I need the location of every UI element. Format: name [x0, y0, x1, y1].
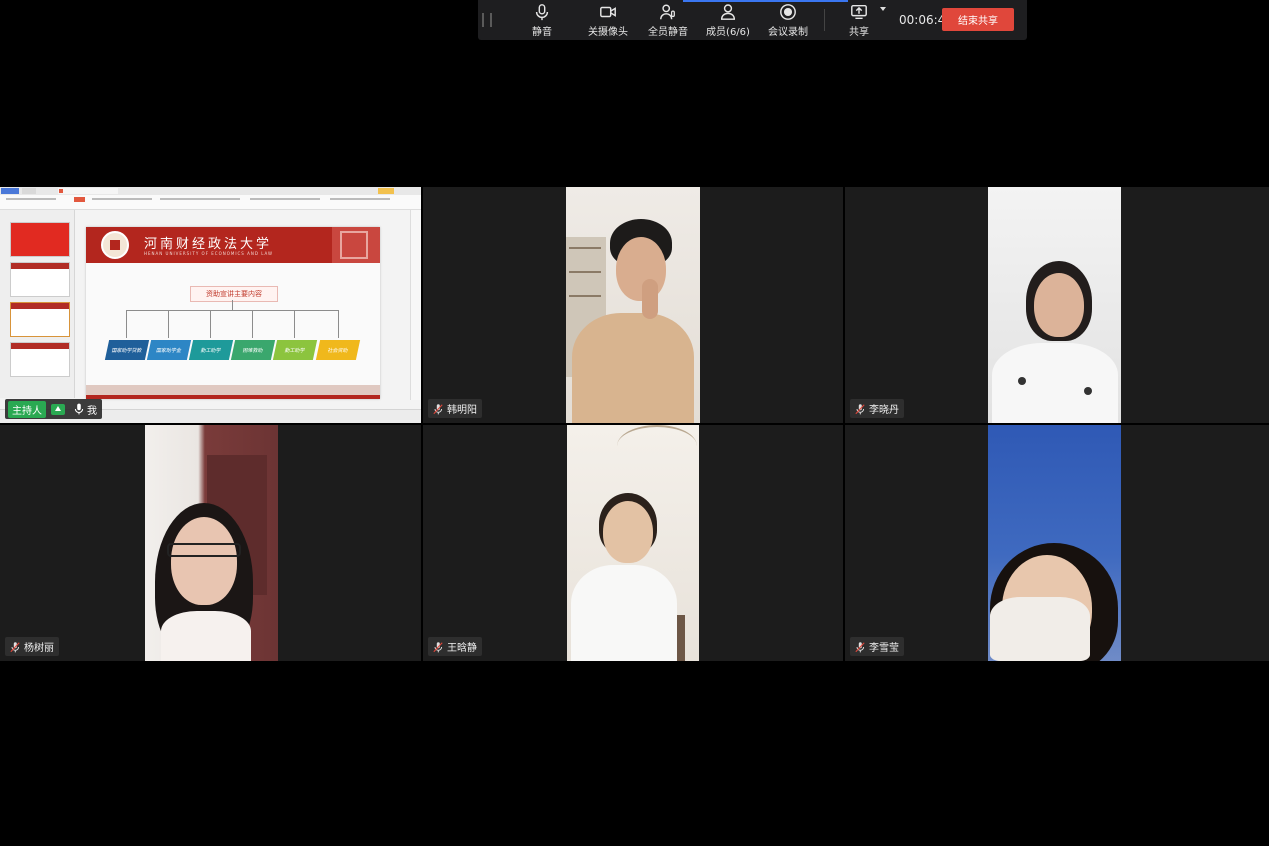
microphone-muted-icon	[855, 641, 865, 652]
participant-name: 杨树丽	[24, 643, 54, 654]
members-label: 成员(6/6)	[706, 26, 750, 38]
participant-tile[interactable]: 韩明阳	[423, 187, 843, 423]
slide-heading: 资助宣讲主要内容	[190, 286, 278, 302]
participant-name-badge: 李晓丹	[850, 399, 904, 418]
drag-handle[interactable]	[482, 13, 492, 27]
participant-name-badge: 王晗静	[428, 637, 482, 656]
slide-item-box: 困难救助	[230, 340, 276, 360]
participant-name: 韩明阳	[447, 405, 477, 416]
members-button[interactable]: 成员(6/6)	[700, 0, 756, 40]
self-label: 我	[87, 405, 97, 417]
mute-label: 静音	[532, 26, 552, 38]
record-label: 会议录制	[768, 26, 808, 38]
host-badge: 主持人 我	[5, 399, 102, 419]
shared-screen-tile[interactable]: 河南财经政法大学 HENAN UNIVERSITY OF ECONOMICS A…	[0, 187, 421, 423]
university-name-en: HENAN UNIVERSITY OF ECONOMICS AND LAW	[144, 251, 273, 256]
university-logo-icon	[101, 231, 129, 259]
presentation-ribbon	[0, 195, 421, 210]
slide-item-box: 勤工助学	[188, 340, 234, 360]
slide-item-box: 社会资助	[315, 340, 361, 360]
home-tab	[22, 188, 36, 194]
participant-tile[interactable]: 杨树丽	[0, 425, 421, 661]
participant-video	[567, 425, 699, 661]
slide-item-box: 勤工助学	[272, 340, 318, 360]
slide-header: 河南财经政法大学 HENAN UNIVERSITY OF ECONOMICS A…	[86, 227, 380, 263]
mute-button[interactable]: 静音	[518, 0, 566, 40]
camera-off-label: 关摄像头	[588, 26, 628, 38]
slide-footer-pattern	[86, 385, 380, 399]
connector-line	[126, 310, 338, 311]
slide-thumbnail	[10, 262, 70, 297]
presentation-titlebar	[0, 187, 421, 195]
microphone-muted-icon	[855, 403, 865, 414]
camera-icon	[600, 6, 616, 17]
mute-all-button[interactable]: 全员静音	[640, 0, 696, 40]
participant-tile[interactable]: 李晓丹	[845, 187, 1269, 423]
account-badge	[378, 188, 394, 194]
connector-line	[338, 310, 339, 338]
university-name: 河南财经政法大学	[144, 237, 273, 252]
slide-thumbnail	[10, 342, 70, 377]
ppt-file-icon	[59, 189, 63, 193]
connector-line	[232, 300, 233, 310]
share-button[interactable]: 共享	[839, 0, 886, 40]
slide-thumbnail	[10, 302, 70, 337]
meeting-toolbar: 静音 关摄像头 全员静音 成员(6/6) 会议录制 共享 00:06:49 结束…	[478, 0, 1027, 40]
share-screen-icon	[851, 4, 867, 19]
end-share-button[interactable]: 结束共享	[942, 8, 1014, 31]
presentation-side-tools	[410, 210, 421, 400]
microphone-muted-icon	[10, 641, 20, 652]
connector-line	[168, 310, 169, 338]
participant-video	[988, 425, 1121, 661]
slide-thumbnail-pane	[0, 210, 75, 398]
connector-line	[126, 310, 127, 338]
slide-item-box: 国家助学金	[146, 340, 192, 360]
ribbon-active-tab	[74, 197, 85, 202]
current-slide: 河南财经政法大学 HENAN UNIVERSITY OF ECONOMICS A…	[86, 227, 380, 399]
mute-all-label: 全员静音	[648, 26, 688, 38]
slide-item-box: 国家助学贷款	[104, 340, 150, 360]
slide-thumbnail	[10, 222, 70, 257]
participant-name-badge: 韩明阳	[428, 399, 482, 418]
document-tab	[58, 188, 118, 194]
connector-line	[252, 310, 253, 338]
toolbar-divider	[824, 9, 825, 31]
app-tab	[1, 188, 19, 194]
participant-name-badge: 杨树丽	[5, 637, 59, 656]
microphone-icon	[535, 3, 549, 20]
seal-decoration-icon	[332, 227, 380, 263]
members-icon	[720, 3, 736, 20]
microphone-icon	[74, 403, 84, 415]
participant-name: 李晓丹	[869, 405, 899, 416]
share-options-caret[interactable]	[880, 7, 886, 11]
camera-off-button[interactable]: 关摄像头	[580, 0, 636, 40]
microphone-muted-icon	[433, 641, 443, 652]
participant-video	[145, 425, 278, 661]
mute-all-icon	[660, 4, 675, 19]
share-label: 共享	[849, 26, 869, 38]
connector-line	[210, 310, 211, 338]
participant-tile[interactable]: 王晗静	[423, 425, 843, 661]
record-icon	[780, 3, 796, 20]
connector-line	[294, 310, 295, 338]
screen-share-icon	[51, 403, 65, 415]
participant-name-badge: 李雪莹	[850, 637, 904, 656]
participant-video	[566, 187, 700, 423]
record-button[interactable]: 会议录制	[760, 0, 816, 40]
host-tag: 主持人	[8, 400, 46, 418]
microphone-muted-icon	[433, 403, 443, 414]
participant-name: 王晗静	[447, 643, 477, 654]
participant-video	[988, 187, 1121, 423]
participant-name: 李雪莹	[869, 643, 899, 654]
participant-tile[interactable]: 李雪莹	[845, 425, 1269, 661]
